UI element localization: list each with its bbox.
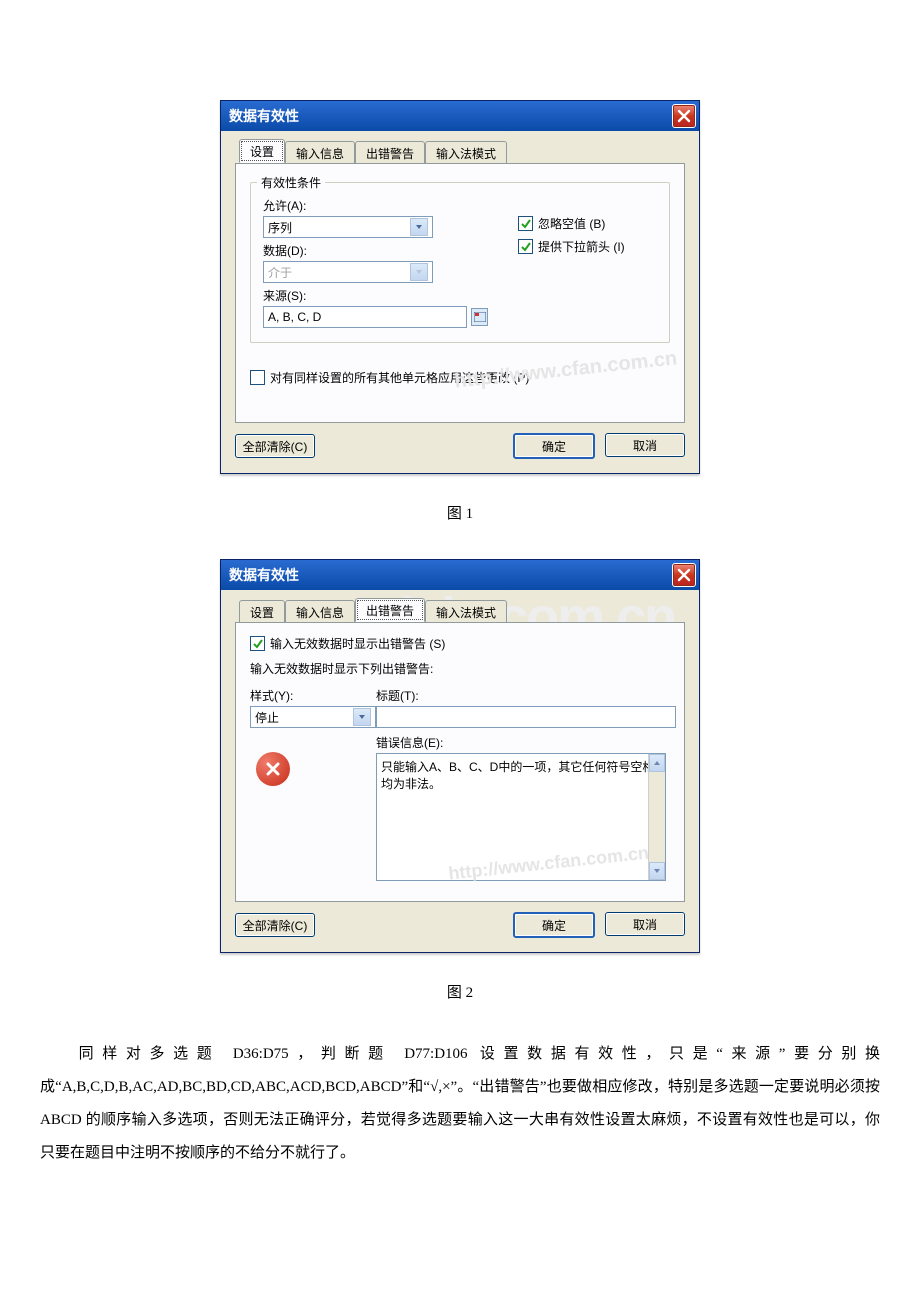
dialog1-title-text: 数据有效性 (229, 106, 672, 126)
error-message-text: 只能输入A、B、C、D中的一项，其它任何符号空格均为非法。 (381, 760, 654, 791)
ok-button[interactable]: 确定 (513, 912, 595, 938)
tab-error-alert[interactable]: 出错警告 (355, 141, 425, 164)
cancel-button[interactable]: 取消 (605, 433, 685, 457)
dropdown-arrow-row[interactable]: 提供下拉箭头 (I) (518, 238, 657, 255)
clear-all-button[interactable]: 全部清除(C) (235, 913, 315, 937)
allow-label-text: 允许(A): (263, 199, 306, 213)
tab-ime-mode[interactable]: 输入法模式 (425, 141, 507, 164)
error-stop-icon (256, 752, 290, 786)
chevron-down-icon (410, 263, 428, 281)
source-label: 来源(S): (263, 287, 488, 304)
tab-input-message[interactable]: 输入信息 (285, 600, 355, 623)
dialog1-tabs: 设置 输入信息 出错警告 输入法模式 (235, 141, 685, 163)
tab-ime-mode[interactable]: 输入法模式 (425, 600, 507, 623)
dialog1-wrapper: 数据有效性 设置 输入信息 出错警告 输入法模式 有效性条件 (0, 100, 920, 474)
dialog2-titlebar[interactable]: 数据有效性 (221, 560, 699, 590)
figure-1-caption: 图 1 (0, 502, 920, 523)
cancel-button[interactable]: 取消 (605, 912, 685, 936)
source-value: A, B, C, D (268, 310, 321, 324)
textarea-scrollbar[interactable] (648, 754, 665, 880)
ignore-blank-label: 忽略空值 (B) (538, 215, 605, 232)
data-validation-dialog-2: 数据有效性 www.yixin.com.cn 设置 输入信息 出错警告 输入法模… (220, 559, 700, 953)
ok-label: 确定 (542, 438, 566, 455)
dialog1-titlebar[interactable]: 数据有效性 (221, 101, 699, 131)
show-alert-row[interactable]: 输入无效数据时显示出错警告 (S) (250, 635, 670, 652)
range-selector-icon[interactable] (471, 308, 488, 326)
tab-error-alert[interactable]: 出错警告 (355, 598, 425, 622)
close-icon[interactable] (672, 104, 696, 128)
dialog2-footer: 全部清除(C) 确定 取消 (235, 902, 685, 938)
chevron-down-icon[interactable] (353, 708, 371, 726)
allow-label: 允许(A): (263, 197, 488, 214)
dialog1-body: 设置 输入信息 出错警告 输入法模式 有效性条件 允许(A): (221, 131, 699, 473)
tab-settings[interactable]: 设置 (239, 139, 285, 163)
error-message-textarea[interactable]: 只能输入A、B、C、D中的一项，其它任何符号空格均为非法。 http://www… (376, 753, 666, 881)
dropdown-arrow-label: 提供下拉箭头 (I) (538, 238, 625, 255)
data-validation-dialog-1: 数据有效性 设置 输入信息 出错警告 输入法模式 有效性条件 (220, 100, 700, 474)
dialog2-tabs: 设置 输入信息 出错警告 输入法模式 (235, 600, 685, 622)
watermark-text: http://www.cfan.com.cn (447, 843, 649, 885)
style-column: 样式(Y): 停止 (250, 683, 376, 881)
ignore-blank-row[interactable]: 忽略空值 (B) (518, 215, 657, 232)
dialog1-pane: 有效性条件 允许(A): 序列 (235, 163, 685, 423)
style-value: 停止 (255, 709, 279, 726)
message-label: 错误信息(E): (376, 734, 676, 751)
apply-others-label: 对有同样设置的所有其他单元格应用这些更改 (P) (270, 369, 529, 386)
ok-label: 确定 (542, 917, 566, 934)
dialog2-title-text: 数据有效性 (229, 565, 672, 585)
body-paragraph: 同样对多选题 D36:D75，判断题 D77:D106 设置数据有效性，只是“来… (0, 1038, 920, 1170)
checkbox-checked-icon[interactable] (250, 636, 265, 651)
tab-settings[interactable]: 设置 (239, 600, 285, 623)
data-label: 数据(D): (263, 242, 488, 259)
style-select[interactable]: 停止 (250, 706, 376, 728)
data-value: 介于 (268, 264, 292, 281)
show-alert-label: 输入无效数据时显示出错警告 (S) (270, 635, 445, 652)
document-page: 数据有效性 设置 输入信息 出错警告 输入法模式 有效性条件 (0, 0, 920, 1230)
allow-select[interactable]: 序列 (263, 216, 433, 238)
data-select: 介于 (263, 261, 433, 283)
cancel-label: 取消 (633, 437, 657, 454)
dialog1-footer: 全部清除(C) 确定 取消 (235, 423, 685, 459)
dialog2-pane: 输入无效数据时显示出错警告 (S) 输入无效数据时显示下列出错警告: 样式(Y)… (235, 622, 685, 902)
clear-all-label: 全部清除(C) (243, 917, 308, 934)
paragraph-text: 同样对多选题 D36:D75，判断题 D77:D106 设置数据有效性，只是“来… (40, 1046, 880, 1161)
checkbox-checked-icon[interactable] (518, 239, 533, 254)
cancel-label: 取消 (633, 916, 657, 933)
left-column: 允许(A): 序列 数据(D): 介于 (263, 193, 488, 328)
ok-button[interactable]: 确定 (513, 433, 595, 459)
clear-all-button[interactable]: 全部清除(C) (235, 434, 315, 458)
title-field-label: 标题(T): (376, 687, 676, 704)
right-column: 忽略空值 (B) 提供下拉箭头 (I) (488, 193, 657, 328)
checkbox-checked-icon[interactable] (518, 216, 533, 231)
clear-all-label: 全部清除(C) (243, 438, 308, 455)
alert-group-title: 输入无效数据时显示下列出错警告: (250, 660, 670, 677)
apply-others-row[interactable]: 对有同样设置的所有其他单元格应用这些更改 (P) (250, 369, 670, 386)
allow-value: 序列 (268, 219, 292, 236)
dialog2-body: www.yixin.com.cn 设置 输入信息 出错警告 输入法模式 输入无效… (221, 590, 699, 952)
chevron-down-icon[interactable] (410, 218, 428, 236)
figure-2-caption: 图 2 (0, 981, 920, 1002)
scroll-up-icon[interactable] (649, 754, 665, 772)
close-icon[interactable] (672, 563, 696, 587)
dialog2-wrapper: 数据有效性 www.yixin.com.cn 设置 输入信息 出错警告 输入法模… (0, 559, 920, 953)
validity-group-title: 有效性条件 (257, 174, 325, 191)
title-input[interactable] (376, 706, 676, 728)
validity-groupbox: 有效性条件 允许(A): 序列 (250, 182, 670, 343)
message-column: 标题(T): 错误信息(E): 只能输入A、B、C、D中的一项，其它任何符号空格… (376, 683, 676, 881)
tab-input-message[interactable]: 输入信息 (285, 141, 355, 164)
scroll-down-icon[interactable] (649, 862, 665, 880)
style-label: 样式(Y): (250, 687, 376, 704)
source-input[interactable]: A, B, C, D (263, 306, 467, 328)
checkbox-unchecked-icon[interactable] (250, 370, 265, 385)
